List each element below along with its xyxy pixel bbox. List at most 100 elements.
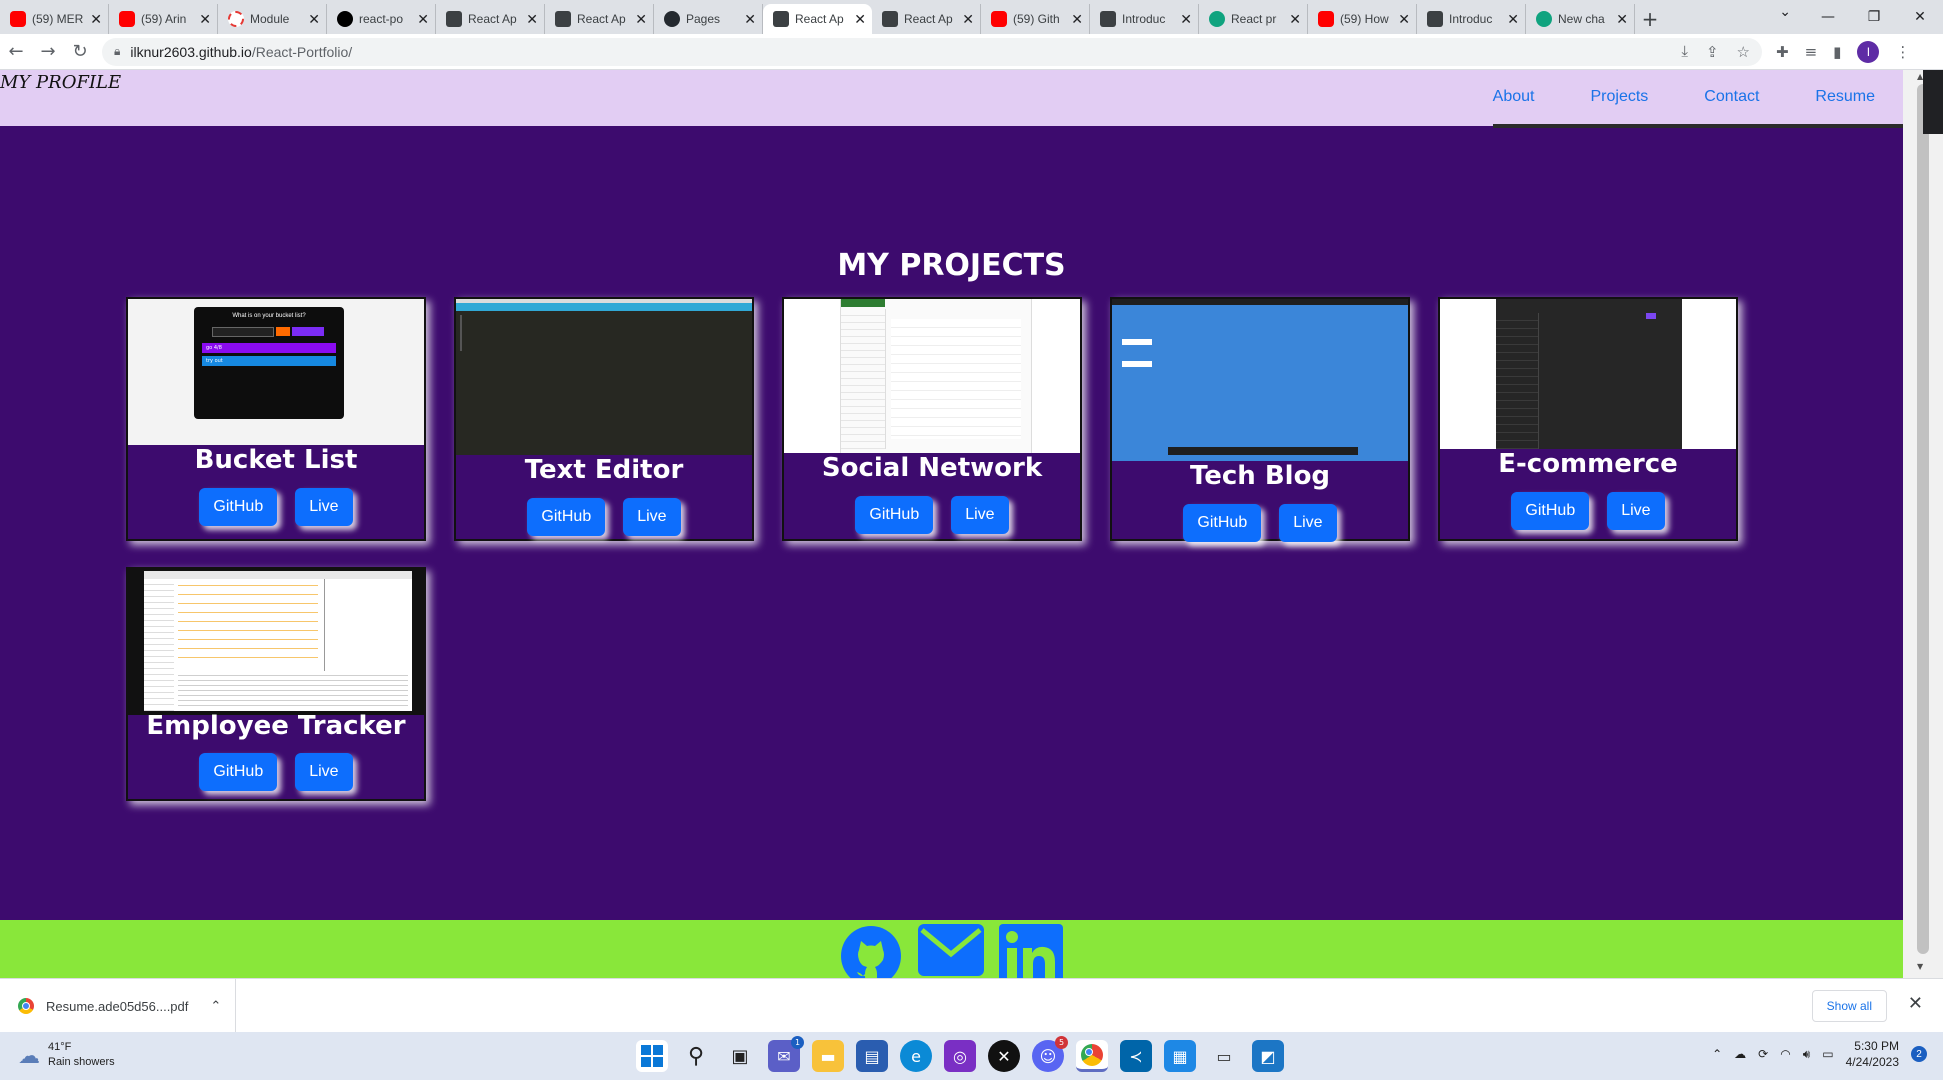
scrollbar-thumb[interactable] bbox=[1917, 84, 1929, 954]
browser-tab[interactable]: New cha ✕ bbox=[1526, 4, 1635, 34]
edge-icon[interactable]: e bbox=[900, 1040, 932, 1072]
forward-button[interactable]: → bbox=[32, 41, 64, 62]
browser-tab[interactable]: Pages ✕ bbox=[654, 4, 763, 34]
cloud-sync-icon[interactable]: ☁ bbox=[1734, 1047, 1746, 1061]
project-screenshot[interactable] bbox=[1440, 299, 1736, 449]
new-tab-button[interactable]: + bbox=[1635, 4, 1665, 34]
browser-tab[interactable]: Introduc ✕ bbox=[1417, 4, 1526, 34]
xbox-icon[interactable]: ✕ bbox=[988, 1040, 1020, 1072]
store-icon[interactable]: ▤ bbox=[856, 1040, 888, 1072]
browser-tab[interactable]: Module ✕ bbox=[218, 4, 327, 34]
vscode-icon[interactable]: ≺ bbox=[1120, 1040, 1152, 1072]
close-tab-icon[interactable]: ✕ bbox=[1180, 11, 1192, 28]
discord-icon[interactable]: ☺ 5 bbox=[1032, 1036, 1068, 1072]
remote-desktop-icon[interactable]: ▭ bbox=[1208, 1040, 1240, 1072]
browser-tab[interactable]: Introduc ✕ bbox=[1090, 4, 1199, 34]
bookmark-star-icon[interactable]: ☆ bbox=[1737, 43, 1750, 61]
weather-widget[interactable]: ☁ 41°F Rain showers bbox=[18, 1040, 115, 1070]
close-tab-icon[interactable]: ✕ bbox=[199, 11, 211, 28]
photos-icon[interactable]: ◩ bbox=[1252, 1040, 1284, 1072]
github-button[interactable]: GitHub bbox=[199, 753, 278, 791]
nav-contact[interactable]: Contact bbox=[1676, 88, 1787, 106]
notepad-icon[interactable]: ▦ bbox=[1164, 1040, 1196, 1072]
teams-icon[interactable]: ◎ bbox=[944, 1040, 976, 1072]
scroll-down-icon[interactable]: ▼ bbox=[1917, 962, 1923, 971]
email-icon[interactable] bbox=[918, 924, 984, 978]
chrome-taskbar-icon[interactable] bbox=[1076, 1040, 1108, 1072]
sync-icon[interactable]: ⟳ bbox=[1758, 1047, 1768, 1061]
browser-tab[interactable]: React pr ✕ bbox=[1199, 4, 1308, 34]
project-screenshot[interactable] bbox=[1112, 299, 1408, 461]
restore-button[interactable]: ❐ bbox=[1851, 0, 1897, 34]
extensions-icon[interactable]: ✚ bbox=[1776, 43, 1789, 61]
address-bar[interactable]: 🔒︎ ilknur2603.github.io/React-Portfolio/… bbox=[102, 37, 1762, 66]
github-button[interactable]: GitHub bbox=[1511, 492, 1590, 530]
nav-projects[interactable]: Projects bbox=[1562, 88, 1676, 106]
nav-resume[interactable]: Resume bbox=[1787, 88, 1903, 106]
close-tab-icon[interactable]: ✕ bbox=[1398, 11, 1410, 28]
github-icon[interactable] bbox=[838, 924, 904, 978]
close-window-button[interactable]: ✕ bbox=[1897, 0, 1943, 34]
close-tab-icon[interactable]: ✕ bbox=[417, 11, 429, 28]
live-button[interactable]: Live bbox=[1607, 492, 1665, 530]
profile-avatar[interactable]: I bbox=[1857, 40, 1880, 63]
teams-chat-icon[interactable]: ✉ 1 bbox=[768, 1036, 804, 1072]
live-button[interactable]: Live bbox=[1279, 504, 1337, 542]
github-button[interactable]: GitHub bbox=[855, 496, 934, 534]
github-button[interactable]: GitHub bbox=[527, 498, 606, 536]
minimize-button[interactable]: — bbox=[1805, 0, 1851, 34]
project-screenshot[interactable] bbox=[456, 299, 752, 455]
battery-icon[interactable]: ▭ bbox=[1822, 1047, 1833, 1061]
browser-tab[interactable]: (59) How ✕ bbox=[1308, 4, 1417, 34]
wifi-icon[interactable]: ◠ bbox=[1780, 1047, 1790, 1061]
browser-tab[interactable]: React Ap ✕ bbox=[872, 4, 981, 34]
project-screenshot[interactable] bbox=[784, 299, 1080, 453]
browser-tab[interactable]: React Ap ✕ bbox=[763, 4, 872, 34]
close-tab-icon[interactable]: ✕ bbox=[308, 11, 320, 28]
media-controls-icon[interactable]: ≡ bbox=[1805, 43, 1818, 61]
side-panel-icon[interactable]: ▮ bbox=[1833, 43, 1841, 61]
github-button[interactable]: GitHub bbox=[199, 488, 278, 526]
nav-about[interactable]: About bbox=[1465, 88, 1563, 106]
show-all-button[interactable]: Show all bbox=[1811, 990, 1887, 1022]
install-app-icon[interactable]: ⤓ bbox=[1681, 43, 1688, 61]
github-button[interactable]: GitHub bbox=[1183, 504, 1262, 542]
close-tab-icon[interactable]: ✕ bbox=[635, 11, 647, 28]
search-icon[interactable]: ⚲ bbox=[680, 1040, 712, 1072]
share-icon[interactable]: ⇪ bbox=[1706, 43, 1719, 61]
live-button[interactable]: Live bbox=[951, 496, 1009, 534]
close-tab-icon[interactable]: ✕ bbox=[744, 11, 756, 28]
back-button[interactable]: ← bbox=[0, 41, 32, 62]
close-tab-icon[interactable]: ✕ bbox=[1507, 11, 1519, 28]
notification-badge[interactable]: 2 bbox=[1911, 1046, 1927, 1062]
project-screenshot[interactable]: What is on your bucket list? go 4/8 try … bbox=[128, 299, 424, 445]
browser-tab[interactable]: react-po ✕ bbox=[327, 4, 436, 34]
close-download-bar-icon[interactable]: ✕ bbox=[1908, 993, 1923, 1014]
live-button[interactable]: Live bbox=[295, 488, 353, 526]
file-explorer-icon[interactable]: ▬ bbox=[812, 1040, 844, 1072]
close-tab-icon[interactable]: ✕ bbox=[1616, 11, 1628, 28]
clock[interactable]: 5:30 PM 4/24/2023 bbox=[1846, 1038, 1899, 1070]
close-tab-icon[interactable]: ✕ bbox=[90, 11, 102, 28]
download-item[interactable]: Resume.ade05d56....pdf ⌃ bbox=[0, 979, 236, 1033]
browser-tab[interactable]: (59) Gith ✕ bbox=[981, 4, 1090, 34]
page-scrollbar[interactable]: ▲ ▼ bbox=[1903, 70, 1943, 978]
browser-tab[interactable]: (59) Arin ✕ bbox=[109, 4, 218, 34]
volume-icon[interactable]: 🔊︎ bbox=[1803, 1047, 1811, 1062]
live-button[interactable]: Live bbox=[623, 498, 681, 536]
close-tab-icon[interactable]: ✕ bbox=[962, 11, 974, 28]
close-tab-icon[interactable]: ✕ bbox=[854, 11, 866, 28]
lock-icon[interactable]: 🔒︎ bbox=[114, 44, 120, 59]
task-view-icon[interactable]: ▣ bbox=[724, 1040, 756, 1072]
browser-tab[interactable]: React Ap ✕ bbox=[545, 4, 654, 34]
browser-tab[interactable]: (59) MER ✕ bbox=[0, 4, 109, 34]
close-tab-icon[interactable]: ✕ bbox=[526, 11, 538, 28]
tab-search-icon[interactable]: ⌄ bbox=[1779, 4, 1791, 20]
browser-tab[interactable]: React Ap ✕ bbox=[436, 4, 545, 34]
reload-button[interactable]: ↻ bbox=[64, 41, 96, 62]
chevron-up-icon[interactable]: ⌃ bbox=[1712, 1047, 1722, 1061]
close-tab-icon[interactable]: ✕ bbox=[1289, 11, 1301, 28]
chevron-up-icon[interactable]: ⌃ bbox=[210, 998, 221, 1014]
start-button[interactable] bbox=[636, 1040, 668, 1072]
linkedin-icon[interactable] bbox=[998, 924, 1064, 978]
